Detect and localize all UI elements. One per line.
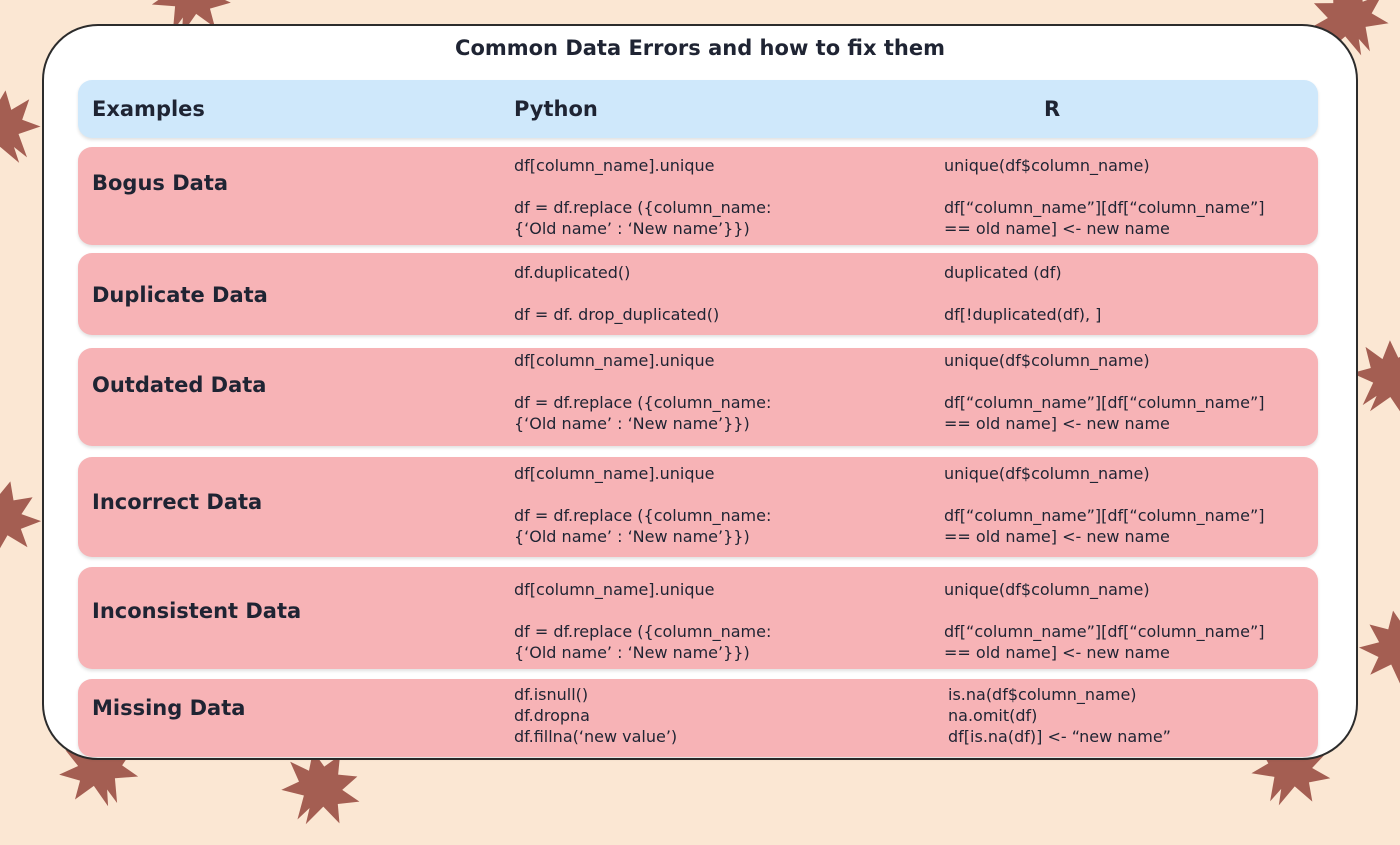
python-code: df = df. drop_duplicated() <box>514 305 720 324</box>
python-code: df[column_name].unique <box>514 464 715 483</box>
content-card: Common Data Errors and how to fix them E… <box>42 24 1358 760</box>
python-code: df.duplicated() <box>514 263 631 282</box>
header-examples: Examples <box>92 97 205 121</box>
table-row-inconsistent-data: Inconsistent Data df[column_name].unique… <box>78 567 1318 669</box>
page-title: Common Data Errors and how to fix them <box>455 36 945 60</box>
row-label: Inconsistent Data <box>92 599 302 623</box>
r-code: unique(df$column_name) <box>944 464 1150 483</box>
python-code: df = df.replace ({column_name: {‘Old nam… <box>514 506 772 546</box>
r-code: df[“column_name”][df[“column_name”] == o… <box>944 198 1265 238</box>
python-code: df = df.replace ({column_name: {‘Old nam… <box>514 622 772 662</box>
maple-leaf-decoration <box>1354 604 1400 697</box>
python-code: df[column_name].unique <box>514 156 715 175</box>
r-code: df[“column_name”][df[“column_name”] == o… <box>944 622 1265 662</box>
row-label: Bogus Data <box>92 171 229 195</box>
table-row-outdated-data: Outdated Data df[column_name].unique df … <box>78 348 1318 446</box>
table-row-missing-data: Missing Data df.isnull() df.dropna df.fi… <box>78 679 1318 757</box>
table-header: Examples Python R <box>78 80 1318 138</box>
header-python: Python <box>514 97 598 121</box>
r-code: unique(df$column_name) <box>944 351 1150 370</box>
python-code: df[column_name].unique <box>514 351 715 370</box>
python-code: df.isnull() df.dropna df.fillna(‘new val… <box>514 685 678 746</box>
python-code: df[column_name].unique <box>514 580 715 599</box>
row-label: Incorrect Data <box>92 490 263 514</box>
table-row-duplicate-data: Duplicate Data df.duplicated() df = df. … <box>78 253 1318 335</box>
header-r: R <box>1044 97 1061 121</box>
r-code: unique(df$column_name) <box>944 156 1150 175</box>
table-row-incorrect-data: Incorrect Data df[column_name].unique df… <box>78 457 1318 557</box>
r-code: df[“column_name”][df[“column_name”] == o… <box>944 393 1265 433</box>
table-row-bogus-data: Bogus Data df[column_name].unique df = d… <box>78 147 1318 245</box>
r-code: unique(df$column_name) <box>944 580 1150 599</box>
python-code: df = df.replace ({column_name: {‘Old nam… <box>514 393 772 433</box>
row-label: Missing Data <box>92 696 246 720</box>
python-code: df = df.replace ({column_name: {‘Old nam… <box>514 198 772 238</box>
r-code: is.na(df$column_name) na.omit(df) df[is.… <box>948 685 1171 746</box>
r-code: duplicated (df) <box>944 263 1062 282</box>
row-label: Outdated Data <box>92 373 267 397</box>
r-code: df[!duplicated(df), ] <box>944 305 1102 324</box>
r-code: df[“column_name”][df[“column_name”] == o… <box>944 506 1265 546</box>
row-label: Duplicate Data <box>92 283 268 307</box>
